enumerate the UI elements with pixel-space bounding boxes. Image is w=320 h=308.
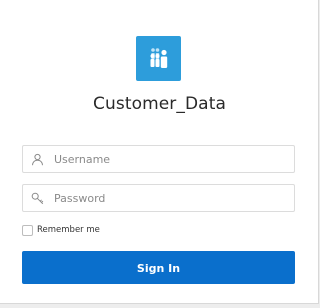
remember-me-checkbox[interactable] — [22, 225, 33, 236]
password-field[interactable] — [22, 184, 295, 212]
username-field[interactable] — [22, 145, 295, 173]
people-group-icon — [150, 48, 168, 68]
app-title: Customer_Data — [93, 94, 226, 114]
app-logo — [136, 36, 181, 81]
username-input[interactable] — [54, 146, 290, 172]
key-icon — [31, 192, 44, 205]
user-icon — [32, 153, 43, 166]
login-card: Customer_Data Remember me Sign In — [0, 0, 319, 304]
sign-in-button[interactable]: Sign In — [22, 251, 295, 284]
remember-me-label[interactable]: Remember me — [37, 225, 100, 236]
password-input[interactable] — [54, 185, 290, 211]
